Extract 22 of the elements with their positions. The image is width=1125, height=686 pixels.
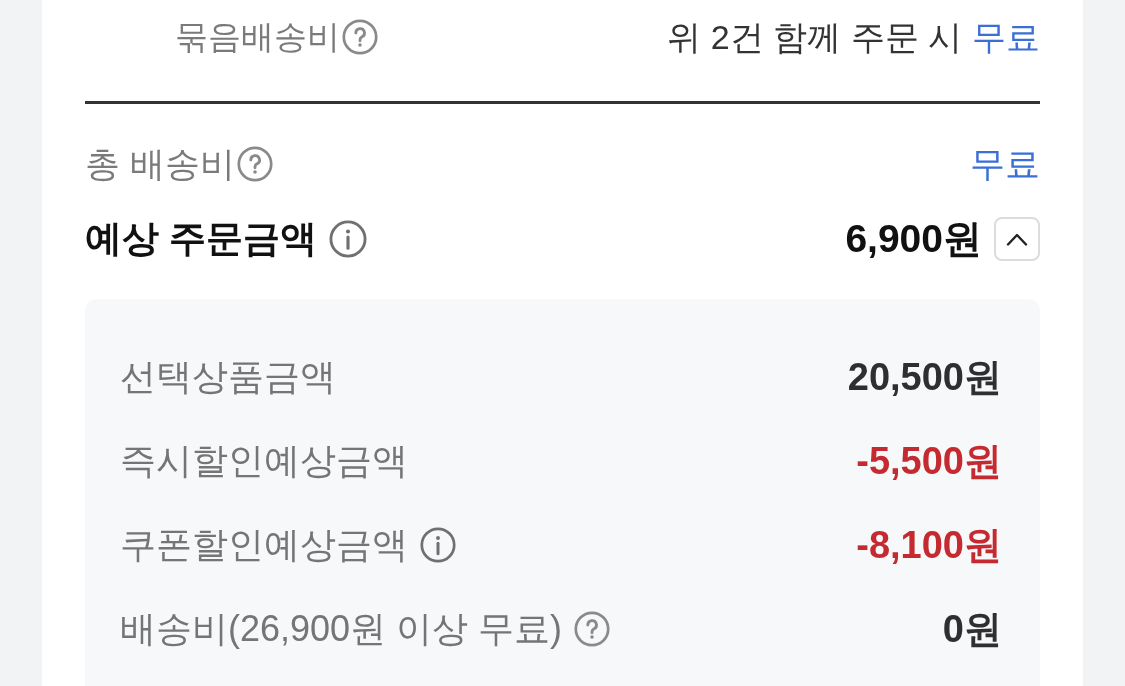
- breakdown-label: 즉시할인예상금액: [120, 439, 408, 483]
- total-shipping-value: 무료: [970, 142, 1040, 185]
- total-shipping-label: 총 배송비: [85, 142, 235, 185]
- help-icon[interactable]: [574, 611, 611, 647]
- breakdown-value: -5,500원: [856, 438, 1002, 484]
- breakdown-value: 0원: [942, 606, 1002, 652]
- estimated-total-label: 예상 주문금액: [85, 217, 318, 262]
- info-icon[interactable]: [329, 220, 368, 258]
- estimated-total-value: 6,900원: [845, 215, 982, 262]
- breakdown-value: -8,100원: [856, 522, 1002, 568]
- bundle-shipping-condition: 위 2건 함께 주문 시: [667, 16, 962, 58]
- chevron-up-icon: [1006, 232, 1028, 246]
- info-icon[interactable]: [420, 527, 456, 563]
- breakdown-label: 배송비(26,900원 이상 무료): [120, 607, 563, 651]
- breakdown-label: 선택상품금액: [120, 355, 336, 399]
- bundle-shipping-label: 묶음배송비: [175, 17, 340, 58]
- breakdown-value: 20,500원: [847, 354, 1002, 400]
- breakdown-label: 쿠폰할인예상금액: [120, 523, 408, 567]
- collapse-toggle-button[interactable]: [994, 217, 1040, 261]
- bundle-shipping-value: 무료: [972, 16, 1040, 58]
- help-icon[interactable]: [342, 19, 378, 55]
- help-icon[interactable]: [236, 146, 273, 182]
